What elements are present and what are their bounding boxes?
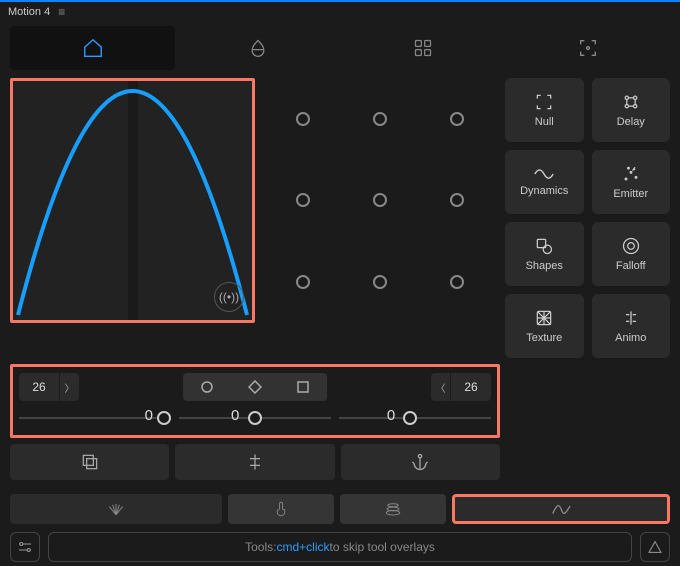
tab-focus[interactable] — [505, 26, 670, 70]
chevron-left-icon[interactable]: 〈 — [431, 373, 451, 401]
anchor-br[interactable] — [418, 241, 495, 323]
action-anchor[interactable] — [341, 444, 500, 480]
palette-falloff[interactable]: Falloff — [592, 222, 671, 286]
tab-grid[interactable] — [340, 26, 505, 70]
slider-label: 0 — [145, 407, 153, 424]
slider-3[interactable]: 0 — [339, 409, 491, 427]
left-number-box[interactable]: 26 〉 — [19, 373, 79, 401]
hint-kbd: cmd+click — [276, 540, 329, 554]
easing-curve — [13, 81, 252, 320]
anchor-mc[interactable] — [342, 160, 419, 242]
anchor-mr[interactable] — [418, 160, 495, 242]
anchor-tc[interactable] — [342, 78, 419, 160]
slider-label: 0 — [387, 407, 395, 424]
palette-label: Animo — [615, 332, 646, 344]
anchor-bc[interactable] — [342, 241, 419, 323]
footer-hint: Tools: cmd+click to skip tool overlays — [48, 532, 632, 562]
app-title: Motion 4 — [8, 6, 50, 18]
left-value: 26 — [19, 373, 59, 401]
btab-fan[interactable] — [10, 494, 222, 524]
right-number-box[interactable]: 〈 26 — [431, 373, 491, 401]
footer: Tools: cmd+click to skip tool overlays — [0, 524, 680, 562]
btab-touch[interactable] — [228, 494, 334, 524]
anchor-tl[interactable] — [265, 78, 342, 160]
palette-null[interactable]: Null — [505, 78, 584, 142]
hint-suffix: to skip tool overlays — [329, 540, 434, 554]
palette-label: Delay — [617, 116, 645, 128]
menu-icon[interactable]: ≡ — [58, 5, 65, 19]
palette-delay[interactable]: Delay — [592, 78, 671, 142]
palette-label: Texture — [526, 332, 562, 344]
control-row: 26 〉 〈 26 0 0 0 — [10, 364, 500, 438]
palette-emitter[interactable]: Emitter — [592, 150, 671, 214]
bottom-tabs — [0, 480, 680, 524]
warning-icon[interactable] — [640, 532, 670, 562]
settings-icon[interactable] — [10, 532, 40, 562]
palette-label: Null — [535, 116, 554, 128]
anchor-bl[interactable] — [265, 241, 342, 323]
palette-label: Shapes — [526, 260, 563, 272]
tool-palette: Null Delay Dynamics Emitter Shapes Fallo… — [505, 78, 670, 358]
anchor-ml[interactable] — [265, 160, 342, 242]
right-value: 26 — [451, 373, 491, 401]
palette-label: Emitter — [613, 188, 648, 200]
top-tabs — [0, 22, 680, 78]
curve-panel[interactable]: ((•)) — [10, 78, 255, 323]
shape-picker — [183, 373, 327, 401]
slider-1[interactable]: 0 — [19, 409, 171, 427]
tab-color[interactable] — [175, 26, 340, 70]
palette-texture[interactable]: Texture — [505, 294, 584, 358]
slider-2[interactable]: 0 — [179, 409, 331, 427]
palette-label: Falloff — [616, 260, 646, 272]
palette-shapes[interactable]: Shapes — [505, 222, 584, 286]
btab-stack[interactable] — [340, 494, 446, 524]
shape-circle[interactable] — [183, 373, 231, 401]
shape-diamond[interactable] — [231, 373, 279, 401]
shape-square[interactable] — [279, 373, 327, 401]
tab-home[interactable] — [10, 26, 175, 70]
title-bar: Motion 4 ≡ — [0, 2, 680, 22]
chevron-right-icon[interactable]: 〉 — [59, 373, 79, 401]
palette-label: Dynamics — [520, 185, 568, 197]
hint-prefix: Tools: — [245, 540, 276, 554]
anchor-grid — [265, 78, 495, 323]
btab-curve[interactable] — [452, 494, 670, 524]
action-guides[interactable] — [175, 444, 334, 480]
palette-dynamics[interactable]: Dynamics — [505, 150, 584, 214]
action-row — [0, 438, 510, 480]
anchor-tr[interactable] — [418, 78, 495, 160]
palette-animo[interactable]: Animo — [592, 294, 671, 358]
broadcast-icon[interactable]: ((•)) — [214, 282, 244, 312]
slider-label: 0 — [231, 407, 239, 424]
action-duplicate[interactable] — [10, 444, 169, 480]
